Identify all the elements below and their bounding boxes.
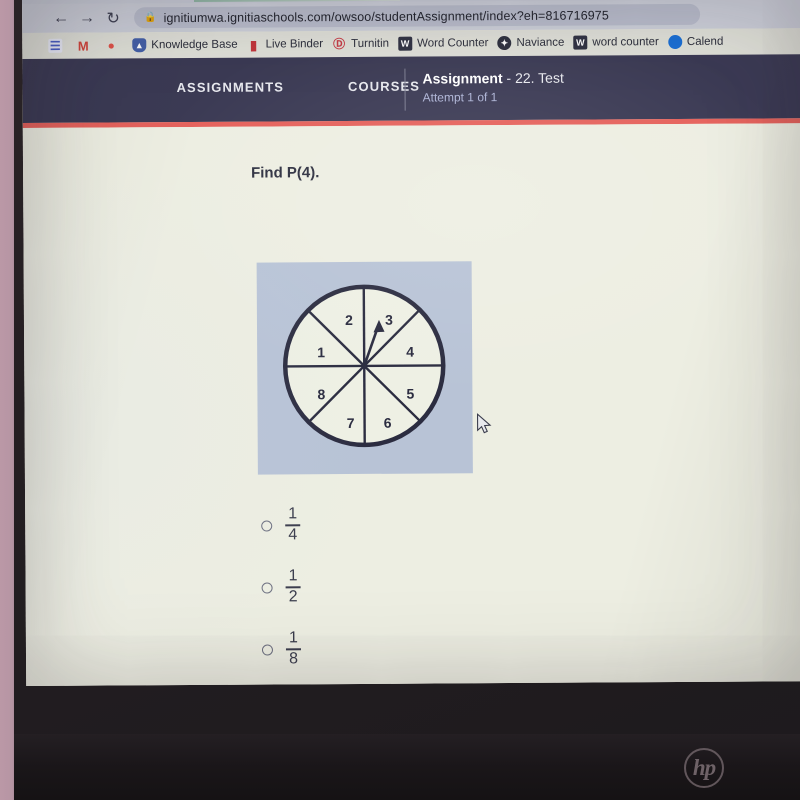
bookmark-label: Turnitin bbox=[351, 37, 390, 50]
assignment-label: Assignment bbox=[422, 70, 503, 87]
question-prompt: Find P(4). bbox=[251, 164, 320, 182]
bookmark-live-binder[interactable]: ▮ Live Binder bbox=[247, 37, 324, 53]
url-text: ignitiumwa.ignitiaschools.com/owsoo/stud… bbox=[163, 7, 609, 25]
spinner-label-8: 8 bbox=[317, 386, 325, 402]
nav-links: ASSIGNMENTS COURSES bbox=[176, 79, 420, 95]
hp-logo: hp bbox=[684, 748, 724, 788]
spinner-label-2: 2 bbox=[345, 312, 353, 328]
laptop-chassis bbox=[14, 734, 800, 800]
nav-item-assignments[interactable]: ASSIGNMENTS bbox=[176, 79, 284, 95]
bookmark-label: word counter bbox=[592, 36, 659, 49]
spinner-figure: 1 2 3 4 5 6 7 8 bbox=[256, 261, 473, 475]
radio-button[interactable] bbox=[261, 581, 273, 594]
radio-button[interactable] bbox=[261, 519, 273, 532]
bookmark-gmail[interactable]: M bbox=[76, 38, 95, 54]
bookmark-turnitin[interactable]: Ⓓ Turnitin bbox=[332, 37, 389, 51]
turnitin-icon: Ⓓ bbox=[333, 37, 346, 52]
spinner-label-4: 4 bbox=[406, 344, 414, 360]
nav-item-courses[interactable]: COURSES bbox=[348, 79, 420, 94]
back-icon[interactable]: ← bbox=[48, 5, 74, 31]
bookmark-label: Naviance bbox=[516, 36, 565, 49]
w-icon: W bbox=[573, 35, 588, 50]
bookmark-flame[interactable]: ● bbox=[104, 38, 123, 52]
spinner-label-6: 6 bbox=[384, 415, 392, 431]
forward-icon[interactable]: → bbox=[74, 5, 100, 31]
assignment-content: Find P(4). 1 2 3 4 5 6 7 8 1 4 1 2 1 8 bbox=[22, 123, 800, 686]
shield-icon: ▲ bbox=[132, 38, 147, 53]
spinner-label-5: 5 bbox=[406, 386, 414, 402]
fraction-numerator: 1 bbox=[288, 567, 298, 585]
choice-option-3[interactable]: 1 8 bbox=[261, 618, 301, 680]
reload-icon[interactable]: ↻ bbox=[100, 5, 126, 31]
address-bar[interactable]: 🔒 ignitiumwa.ignitiaschools.com/owsoo/st… bbox=[134, 3, 701, 29]
bookmark-label: Word Counter bbox=[417, 37, 489, 50]
choice-option-2[interactable]: 1 2 bbox=[261, 556, 301, 618]
assignment-name: - 22. Test bbox=[506, 69, 564, 87]
fraction-value: 1 4 bbox=[285, 505, 301, 544]
fraction-value: 1 2 bbox=[285, 567, 301, 606]
app-navigation-bar: ASSIGNMENTS COURSES Assignment - 22. Tes… bbox=[22, 54, 800, 123]
nav-divider bbox=[404, 68, 406, 111]
gmail-icon: M bbox=[77, 38, 89, 54]
bookmark-label: Live Binder bbox=[265, 38, 324, 51]
circle-icon bbox=[667, 34, 682, 50]
bookmark-label: Knowledge Base bbox=[151, 38, 238, 52]
laptop-screen: ← → ↻ 🔒 ignitiumwa.ignitiaschools.com/ow… bbox=[22, 0, 800, 686]
bookmark-knowledge-base[interactable]: ▲ Knowledge Base bbox=[132, 38, 238, 53]
bookmark-reading-list[interactable]: ☰ bbox=[48, 38, 67, 53]
fraction-value: 1 8 bbox=[285, 629, 301, 668]
radio-button[interactable] bbox=[261, 643, 274, 656]
spinner-hub bbox=[361, 363, 367, 369]
mouse-cursor bbox=[476, 413, 492, 434]
binder-icon: ▮ bbox=[249, 37, 258, 53]
attempt-text: Attempt 1 of 1 bbox=[422, 90, 498, 105]
bookmark-word-counter-2[interactable]: W word counter bbox=[573, 35, 659, 50]
spinner-diagram: 1 2 3 4 5 6 7 8 bbox=[282, 284, 446, 448]
fraction-denominator: 4 bbox=[288, 526, 298, 544]
spinner-label-7: 7 bbox=[347, 415, 355, 431]
fraction-numerator: 1 bbox=[288, 505, 298, 523]
flame-icon: ● bbox=[107, 38, 115, 53]
bookmark-calendar[interactable]: Calend bbox=[667, 34, 724, 50]
reading-list-icon: ☰ bbox=[48, 38, 63, 53]
fraction-denominator: 2 bbox=[288, 588, 298, 606]
bookmark-label: Calend bbox=[686, 35, 724, 48]
spinner-label-1: 1 bbox=[317, 344, 325, 360]
choice-option-1[interactable]: 1 4 bbox=[261, 494, 301, 556]
fraction-denominator: 8 bbox=[289, 650, 299, 668]
naviance-icon: ✦ bbox=[497, 36, 512, 51]
assignment-info: Assignment - 22. Test Attempt 1 of 1 bbox=[422, 70, 564, 105]
spinner-label-3: 3 bbox=[385, 312, 393, 328]
lock-icon: 🔒 bbox=[144, 12, 157, 24]
answer-choices: 1 4 1 2 1 8 bbox=[261, 494, 301, 680]
bookmark-naviance[interactable]: ✦ Naviance bbox=[497, 36, 565, 51]
bookmark-word-counter[interactable]: W Word Counter bbox=[398, 36, 488, 51]
w-icon: W bbox=[398, 36, 413, 51]
fraction-numerator: 1 bbox=[288, 629, 298, 647]
photograph-of-laptop: ← → ↻ 🔒 ignitiumwa.ignitiaschools.com/ow… bbox=[0, 0, 800, 800]
